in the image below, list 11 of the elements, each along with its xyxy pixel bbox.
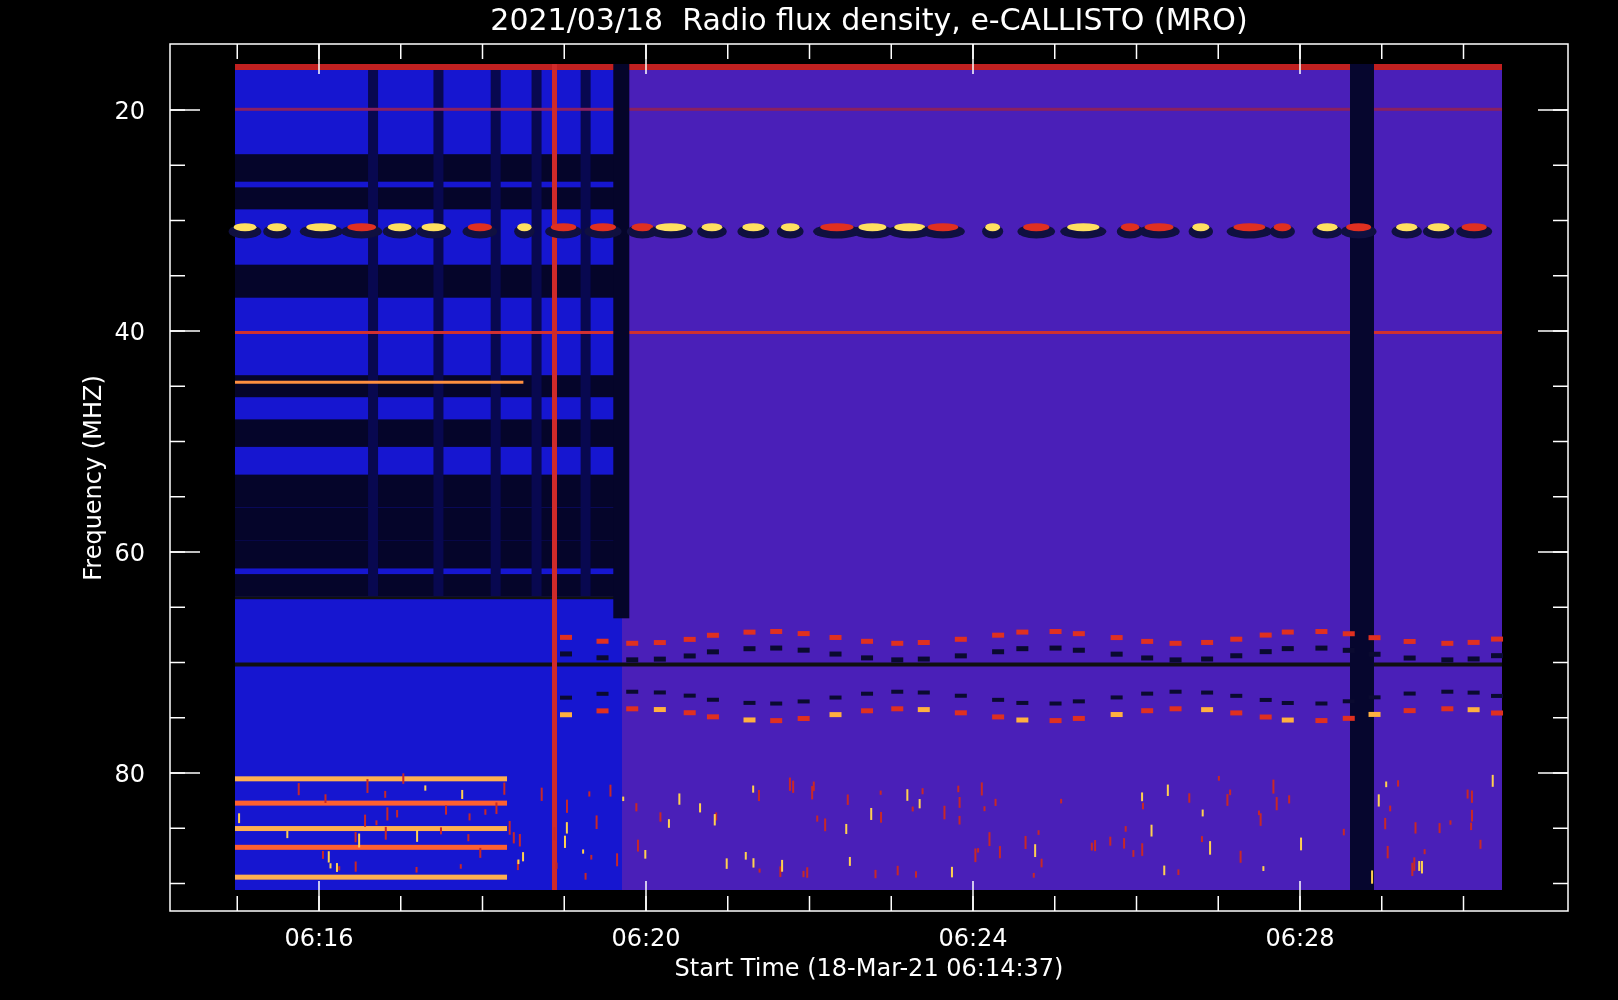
- axis-title: Start Time (18-Mar-21 06:14:37): [674, 954, 1064, 982]
- chart-title: 2021/03/18 Radio flux density, e-CALLISTO (MRO): [490, 2, 1248, 37]
- tick-label: 06:16: [284, 924, 354, 952]
- tick-label: 20: [114, 97, 145, 125]
- axis-title: Frequency (MHZ): [79, 375, 107, 581]
- tick-label: 06:28: [1265, 924, 1335, 952]
- tick-label: 80: [114, 760, 145, 788]
- tick-label: 60: [114, 539, 145, 567]
- tick-label: 40: [114, 318, 145, 346]
- tick-label: 06:24: [938, 924, 1008, 952]
- tick-label: 06:20: [611, 924, 681, 952]
